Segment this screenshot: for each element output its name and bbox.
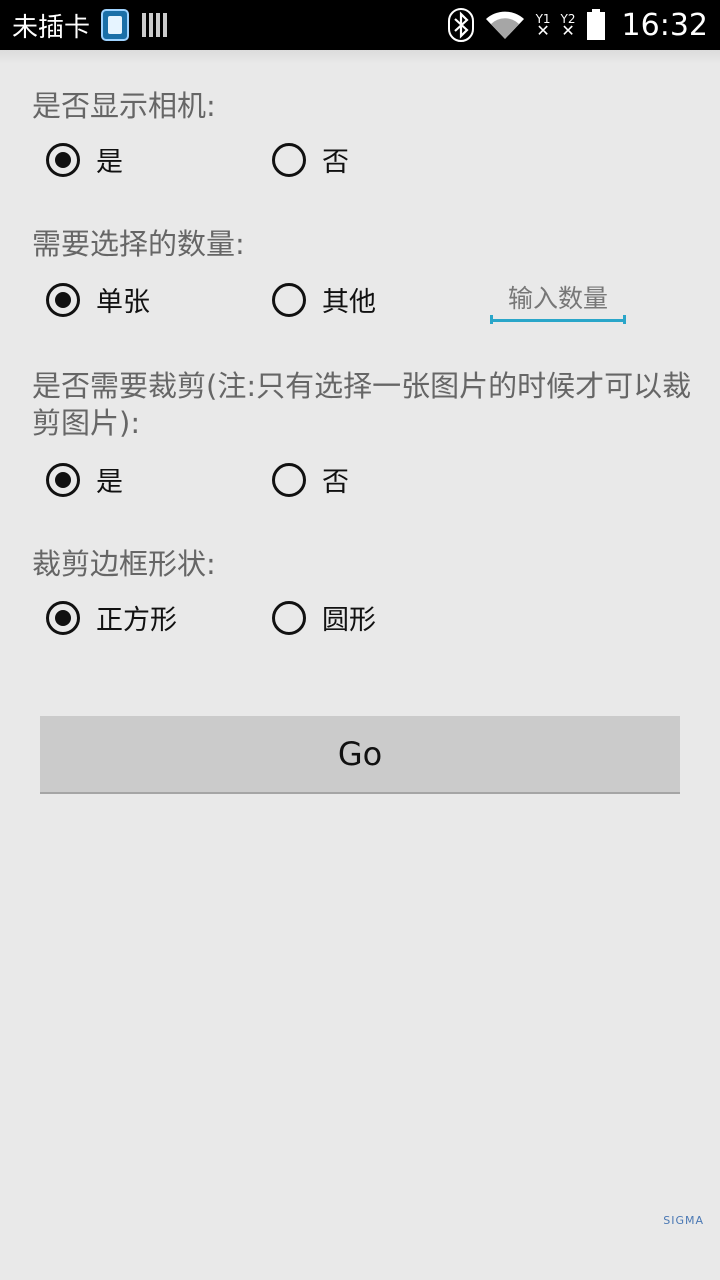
- radio-checked-icon: [46, 282, 80, 317]
- crop-shape-label: 裁剪边框形状:: [32, 547, 216, 581]
- sim-card-icon: [101, 9, 130, 41]
- bluetooth-icon: [447, 8, 474, 42]
- radio-label: 是: [96, 467, 123, 498]
- radio-unchecked-icon: [272, 600, 306, 635]
- sim1-signal-icon: Y1 ✕: [535, 12, 551, 40]
- radio-label: 圆形: [322, 605, 376, 636]
- crop-no-radio[interactable]: 否: [272, 460, 349, 499]
- show-camera-no-radio[interactable]: 否: [272, 140, 349, 179]
- radio-label: 是: [96, 147, 123, 178]
- quantity-input[interactable]: [490, 278, 626, 322]
- input-underline-corner: [490, 315, 493, 324]
- clock: 16:32: [621, 7, 708, 43]
- radio-label: 否: [322, 147, 349, 178]
- radio-label: 正方形: [96, 605, 177, 636]
- radio-unchecked-icon: [272, 142, 306, 177]
- go-button[interactable]: Go: [40, 716, 680, 794]
- battery-icon: [586, 9, 605, 40]
- radio-unchecked-icon: [272, 282, 306, 317]
- sim2-signal-icon: Y2 ✕: [560, 12, 576, 40]
- show-camera-label: 是否显示相机:: [32, 89, 216, 123]
- input-underline-corner: [623, 315, 626, 324]
- carrier-label: 未插卡: [12, 12, 91, 43]
- select-count-label: 需要选择的数量:: [32, 227, 245, 261]
- crop-yes-radio[interactable]: 是: [46, 460, 123, 499]
- show-camera-yes-radio[interactable]: 是: [46, 140, 123, 179]
- radio-label: 其他: [322, 287, 376, 318]
- notification-bars-icon: [142, 13, 168, 37]
- radio-unchecked-icon: [272, 462, 306, 497]
- radio-checked-icon: [46, 600, 80, 635]
- sigma-watermark-logo: SIGMA: [663, 1214, 704, 1227]
- action-bar-shadow: [0, 50, 720, 64]
- radio-label: 单张: [96, 287, 150, 318]
- radio-checked-icon: [46, 462, 80, 497]
- status-bar: 未插卡 Y1 ✕ Y2 ✕ 16:32: [0, 0, 720, 50]
- shape-square-radio[interactable]: 正方形: [46, 598, 177, 637]
- count-other-radio[interactable]: 其他: [272, 280, 376, 319]
- wifi-icon: [485, 11, 524, 39]
- crop-label: 是否需要裁剪(注:只有选择一张图片的时候才可以裁剪图片):: [32, 369, 692, 440]
- radio-label: 否: [322, 467, 349, 498]
- shape-circle-radio[interactable]: 圆形: [272, 598, 376, 637]
- count-single-radio[interactable]: 单张: [46, 280, 150, 319]
- radio-checked-icon: [46, 142, 80, 177]
